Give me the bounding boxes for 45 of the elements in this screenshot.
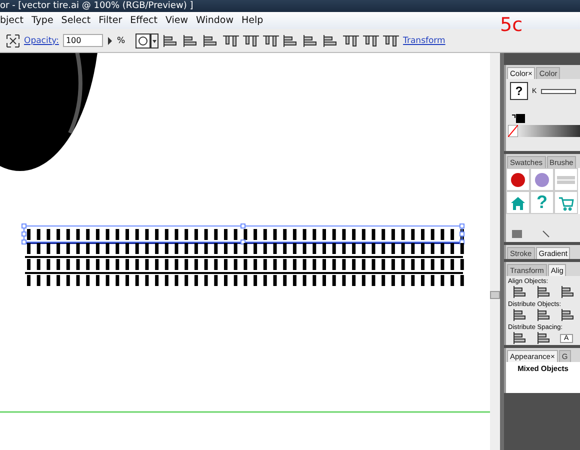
menu-item[interactable]: Select bbox=[59, 15, 97, 26]
align-icon[interactable] bbox=[222, 34, 240, 48]
step-annotation: 5c bbox=[500, 14, 523, 36]
align-icon[interactable] bbox=[382, 34, 400, 48]
align-icon[interactable] bbox=[512, 286, 526, 298]
align-icon[interactable] bbox=[536, 286, 550, 298]
swatch[interactable] bbox=[506, 191, 530, 214]
registration-icon[interactable] bbox=[135, 32, 160, 48]
opacity-field[interactable]: 100 bbox=[62, 34, 103, 47]
transform-icon[interactable] bbox=[6, 34, 20, 48]
scroll-bar[interactable] bbox=[490, 53, 500, 450]
cart-icon bbox=[558, 194, 574, 210]
align-icon[interactable] bbox=[560, 286, 574, 298]
opacity-link[interactable]: Opacity: bbox=[24, 36, 59, 46]
swatch[interactable] bbox=[530, 168, 554, 191]
align-icon[interactable] bbox=[262, 34, 280, 48]
align-icon[interactable] bbox=[362, 34, 380, 48]
menu-item[interactable]: View bbox=[163, 15, 194, 26]
menu-item[interactable]: Help bbox=[240, 15, 270, 26]
house-icon bbox=[510, 194, 526, 210]
align-icon[interactable] bbox=[512, 332, 526, 344]
percent-label: % bbox=[116, 36, 126, 46]
swatch[interactable] bbox=[506, 168, 530, 191]
menu-item[interactable]: Type bbox=[29, 15, 60, 26]
sphere-icon bbox=[534, 172, 550, 188]
menu-item[interactable]: Effect bbox=[128, 15, 164, 26]
none-icon[interactable] bbox=[508, 125, 518, 137]
align-icon[interactable] bbox=[512, 309, 526, 321]
menu-item[interactable]: Window bbox=[194, 15, 240, 26]
align-icon[interactable] bbox=[342, 34, 360, 48]
align-icon[interactable] bbox=[536, 332, 550, 344]
menu-item[interactable]: Filter bbox=[96, 15, 128, 26]
color-ramp[interactable] bbox=[508, 125, 580, 137]
swatch-icon[interactable] bbox=[512, 113, 526, 123]
align-icon[interactable] bbox=[560, 309, 574, 321]
align-icon[interactable] bbox=[242, 34, 260, 48]
align-icon[interactable] bbox=[536, 309, 550, 321]
fill-stroke-icon[interactable]: ? bbox=[510, 82, 528, 100]
transform-link[interactable]: Transform bbox=[403, 36, 446, 46]
swatch[interactable] bbox=[554, 191, 578, 214]
lines-icon bbox=[557, 176, 575, 184]
menu-item[interactable]: bject bbox=[0, 15, 30, 26]
swatch[interactable] bbox=[554, 168, 578, 191]
sphere-icon bbox=[510, 172, 526, 188]
window-title: or - [vector tire.ai @ 100% (RGB/Preview) ] bbox=[0, 0, 194, 12]
